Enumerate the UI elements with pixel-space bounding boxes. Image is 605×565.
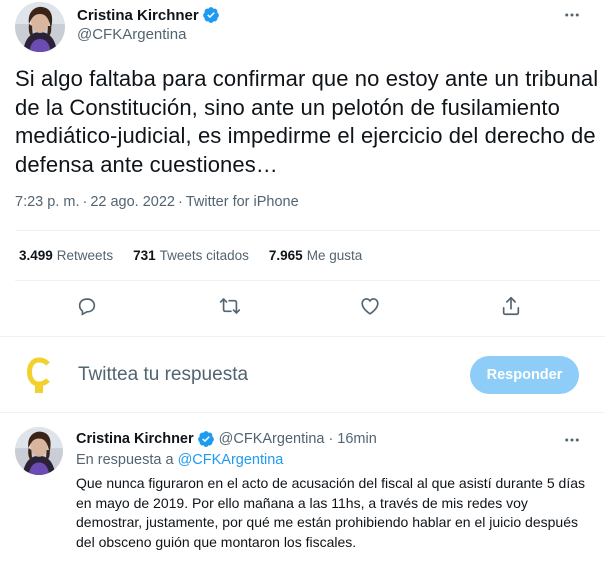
tweet-stats: 3.499 Retweets 731 Tweets citados 7.965 Me … bbox=[19, 248, 382, 263]
tweet-meta: 7:23 p. m. · 22 ago. 2022 · Twitter for iPho… bbox=[15, 194, 299, 210]
tweet-time[interactable]: 7:23 p. m. bbox=[15, 194, 79, 210]
tweet-actions bbox=[0, 294, 605, 318]
reply-time[interactable]: 16min bbox=[337, 431, 377, 447]
tweet-source[interactable]: Twitter for iPhone bbox=[186, 194, 299, 210]
tweet-text: Si algo faltaba para confirmar que no es… bbox=[15, 66, 599, 177]
stat-label: Tweets citados bbox=[159, 248, 249, 263]
in-reply-to: En respuesta a @CFKArgentina bbox=[76, 452, 283, 468]
reply-author-name[interactable]: Cristina Kirchner bbox=[76, 431, 194, 447]
more-horizontal-icon bbox=[565, 438, 579, 442]
author-handle[interactable]: @CFKArgentina bbox=[77, 26, 186, 43]
retweet-icon bbox=[219, 298, 241, 314]
reply-tweet-text: Que nunca figuraron en el acto de acusac… bbox=[76, 475, 585, 550]
in-reply-handle-link[interactable]: @CFKArgentina bbox=[178, 452, 284, 468]
divider bbox=[0, 412, 605, 413]
meta-separator: · bbox=[178, 194, 183, 210]
stat-count: 7.965 bbox=[268, 248, 303, 263]
reply-author-handle[interactable]: @CFKArgentina bbox=[219, 431, 325, 447]
stat-label: Retweets bbox=[56, 248, 114, 263]
reply-header: Cristina Kirchner @CFKArgentina · 16min bbox=[76, 430, 377, 448]
reply-button[interactable] bbox=[75, 294, 99, 318]
header-separator: · bbox=[328, 431, 334, 447]
reply-more-options-button[interactable] bbox=[558, 430, 586, 450]
divider bbox=[15, 230, 600, 231]
stat-count: 3.499 bbox=[19, 248, 53, 263]
stat-count: 731 bbox=[133, 248, 156, 263]
share-button[interactable] bbox=[499, 294, 523, 318]
stat-label: Me gusta bbox=[306, 248, 363, 263]
reply-submit-button[interactable]: Responder bbox=[470, 356, 579, 394]
retweet-button[interactable] bbox=[218, 294, 242, 318]
divider bbox=[0, 336, 605, 337]
user-avatar-logo[interactable] bbox=[26, 355, 52, 395]
more-horizontal-icon bbox=[565, 13, 579, 17]
quote-tweets-stat[interactable]: 731 Tweets citados bbox=[133, 248, 249, 263]
verified-badge-icon bbox=[202, 6, 220, 24]
meta-separator: · bbox=[82, 194, 88, 210]
tweet-date[interactable]: 22 ago. 2022 bbox=[90, 194, 175, 210]
tweet-detail-view: Cristina Kirchner @CFKArgentina Si algo … bbox=[0, 0, 605, 565]
author-name-row[interactable]: Cristina Kirchner bbox=[77, 6, 220, 24]
share-icon bbox=[502, 296, 520, 316]
in-reply-prefix: En respuesta a bbox=[76, 452, 174, 468]
author-avatar[interactable] bbox=[15, 2, 65, 52]
reply-compose-input[interactable]: Twittea tu respuesta bbox=[78, 364, 248, 386]
author-name[interactable]: Cristina Kirchner bbox=[77, 7, 199, 24]
retweets-stat[interactable]: 3.499 Retweets bbox=[19, 248, 113, 263]
more-options-button[interactable] bbox=[558, 5, 586, 25]
reply-author-avatar[interactable] bbox=[15, 427, 63, 475]
verified-badge-icon bbox=[197, 430, 215, 448]
likes-stat[interactable]: 7.965 Me gusta bbox=[269, 248, 362, 263]
like-icon bbox=[361, 298, 379, 315]
reply-icon bbox=[78, 298, 96, 316]
divider bbox=[15, 280, 600, 281]
like-button[interactable] bbox=[358, 294, 382, 318]
